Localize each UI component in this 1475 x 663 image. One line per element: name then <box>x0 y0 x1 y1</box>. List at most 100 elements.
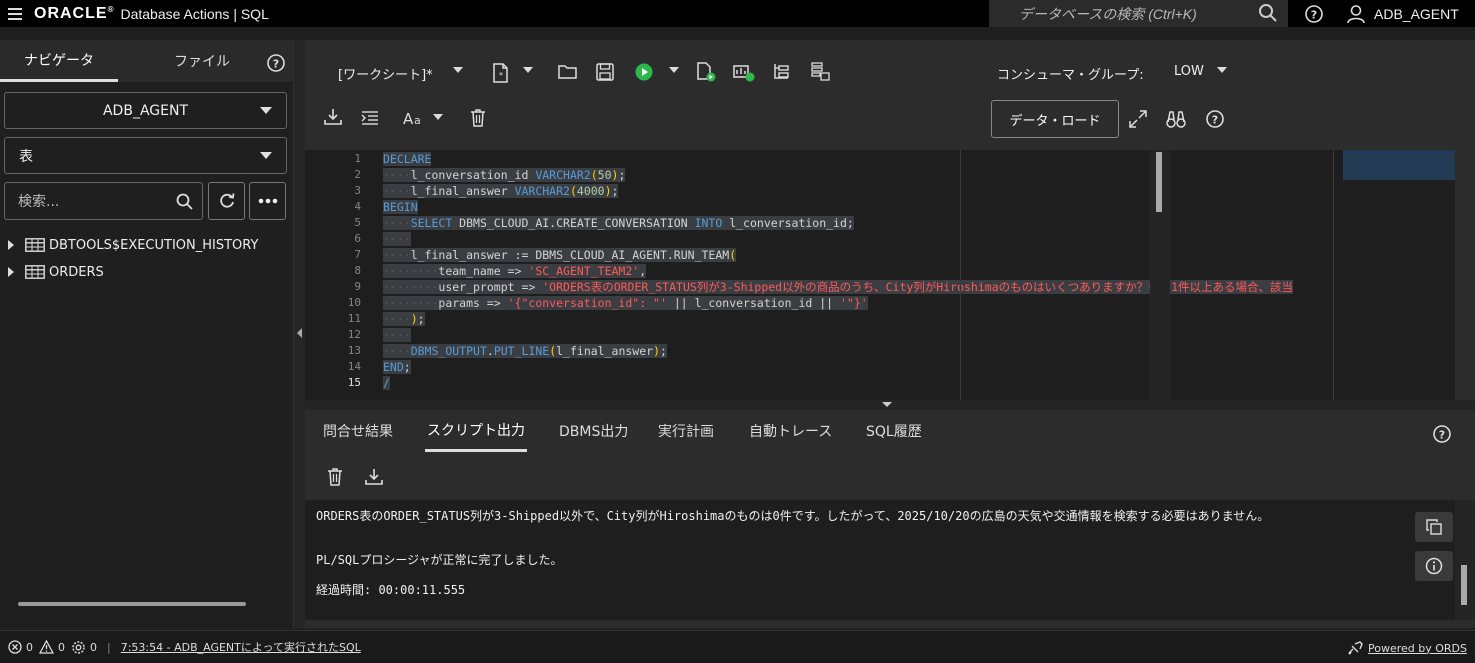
code-token: ········ <box>383 296 439 310</box>
help-icon[interactable]: ? <box>1432 424 1452 444</box>
save-button[interactable] <box>596 63 614 81</box>
panel-collapse-handle[interactable] <box>293 40 305 628</box>
text-case-menu[interactable] <box>433 114 443 120</box>
code-line[interactable]: ········params => '{"conversation_id": "… <box>383 295 868 311</box>
scrollbar-thumb[interactable] <box>1461 565 1467 605</box>
line-number: 14 <box>347 360 361 373</box>
code-token: 'ORDERS表のORDER_STATUS列が3-Shipped以外の商品のうち… <box>542 280 1294 294</box>
code-token: '{"conversation_id": "' <box>507 296 667 310</box>
explain-plan-button[interactable] <box>733 62 755 82</box>
run-script-button[interactable] <box>696 62 716 82</box>
run-menu-button[interactable] <box>669 67 679 73</box>
clear-button[interactable] <box>470 109 486 127</box>
tree-item-orders[interactable]: ORDERS <box>8 262 104 282</box>
help-icon[interactable]: ? <box>266 53 286 73</box>
code-line[interactable]: ····SELECT DBMS_CLOUD_AI.CREATE_CONVERSA… <box>383 215 854 231</box>
run-statement-button[interactable] <box>635 63 653 81</box>
worksheet-menu-button[interactable] <box>453 67 463 73</box>
database-search-input[interactable]: データベースの検索 (Ctrl+K) <box>989 0 1288 27</box>
code-token: ···· <box>383 312 411 326</box>
menu-icon[interactable] <box>0 0 30 27</box>
tab-explain-plan[interactable]: 実行計画 <box>658 410 714 452</box>
user-name: ADB_AGENT <box>1374 5 1459 22</box>
copy-button[interactable] <box>1415 512 1453 542</box>
clear-output-button[interactable] <box>327 468 343 486</box>
last-execution-link[interactable]: 7:53:54 - ADB_AGENTによって実行されたSQL <box>121 639 361 655</box>
expand-arrow-icon[interactable] <box>8 267 14 277</box>
consumer-group-value[interactable]: LOW <box>1174 64 1204 79</box>
open-button[interactable] <box>558 64 578 80</box>
tab-script-output[interactable]: スクリプト出力 <box>425 410 527 452</box>
schema-select[interactable]: ADB_AGENT <box>4 92 287 129</box>
tree-item-execution-history[interactable]: DBTOOLS$EXECUTION_HISTORY <box>8 235 258 255</box>
user-menu[interactable]: ADB_AGENT <box>1346 0 1459 27</box>
code-line[interactable]: ········team_name => 'SC_AGENT_TEAM2', <box>383 263 647 279</box>
code-line[interactable]: ····); <box>383 311 425 327</box>
autotrace-button[interactable] <box>772 63 790 81</box>
object-search-input[interactable]: 検索... <box>4 182 203 220</box>
minimap[interactable] <box>1343 150 1455 180</box>
code-token: ( <box>590 168 598 182</box>
code-token: ········ <box>383 264 439 278</box>
code-token: VARCHAR2 <box>514 184 570 198</box>
search-icon[interactable] <box>1258 3 1278 23</box>
code-token: '"}' <box>839 296 868 310</box>
warning-icon[interactable] <box>39 640 54 654</box>
help-icon[interactable]: ? <box>1205 109 1225 129</box>
svg-text:A: A <box>403 110 414 126</box>
gear-icon[interactable] <box>71 640 86 655</box>
selection-highlight: BEGIN <box>383 200 418 214</box>
code-line[interactable]: ····l_final_answer VARCHAR2(4000); <box>383 183 619 199</box>
code-line[interactable]: BEGIN <box>383 199 418 215</box>
worksheet-name[interactable]: [ワークシート]* <box>338 64 433 83</box>
scrollbar-thumb[interactable] <box>18 602 246 606</box>
more-actions-button[interactable] <box>249 182 286 220</box>
object-type-select[interactable]: 表 <box>4 137 287 174</box>
error-icon[interactable] <box>8 640 22 654</box>
expand-button[interactable] <box>1129 110 1147 128</box>
line-number: 1 <box>354 152 361 165</box>
code-line[interactable]: ···· <box>383 327 411 343</box>
oracle-logo[interactable]: ORACLE® <box>34 5 118 23</box>
output-scrollbar[interactable] <box>1455 500 1475 620</box>
format-button[interactable] <box>361 110 379 126</box>
tab-query-result[interactable]: 問合せ結果 <box>323 410 393 452</box>
powered-by-ords-link[interactable]: Powered by ORDS <box>1347 641 1467 655</box>
find-button[interactable] <box>1166 110 1186 128</box>
expand-arrow-icon[interactable] <box>8 240 14 250</box>
tab-autotrace[interactable]: 自動トレース <box>749 410 832 452</box>
navigator-panel: ナビゲータ ファイル ? ADB_AGENT 表 検索... DBTOOLS$E… <box>0 40 293 628</box>
code-line[interactable]: ····l_final_answer := DBMS_CLOUD_AI_AGEN… <box>383 247 737 263</box>
consumer-group-menu[interactable] <box>1217 67 1227 73</box>
download-button[interactable] <box>324 108 342 126</box>
query-builder-button[interactable] <box>810 62 830 82</box>
code-line[interactable]: ····l_conversation_id VARCHAR2(50); <box>383 167 626 183</box>
download-output-button[interactable] <box>365 468 383 486</box>
info-button[interactable] <box>1415 551 1453 581</box>
code-token: ) <box>653 344 661 358</box>
tab-navigator[interactable]: ナビゲータ <box>0 40 118 82</box>
new-worksheet-button[interactable]: * <box>492 63 510 83</box>
code-token: ; <box>660 344 667 358</box>
new-worksheet-menu[interactable] <box>523 67 533 73</box>
tab-files[interactable]: ファイル <box>118 40 286 82</box>
scrollbar-thumb[interactable] <box>1156 152 1162 212</box>
text-case-button[interactable]: Aa <box>403 110 425 126</box>
code-line[interactable]: ···· <box>383 231 411 247</box>
tab-dbms-output[interactable]: DBMS出力 <box>559 410 628 452</box>
tab-sql-history[interactable]: SQL履歴 <box>866 410 922 452</box>
code-line[interactable]: / <box>383 375 390 391</box>
refresh-button[interactable] <box>208 182 245 220</box>
help-icon[interactable]: ? <box>1304 4 1324 24</box>
pane-splitter[interactable] <box>305 400 1475 410</box>
horizontal-scrollbar[interactable] <box>8 600 286 608</box>
code-line[interactable]: ····DBMS_OUTPUT.PUT_LINE(l_final_answer)… <box>383 343 667 359</box>
table-icon <box>25 265 45 279</box>
code-token: 'SC_AGENT_TEAM2' <box>528 264 640 278</box>
editor-scrollbar[interactable] <box>1150 150 1170 400</box>
code-line[interactable]: DECLARE <box>383 151 432 167</box>
code-token: SELECT <box>410 216 460 230</box>
code-line[interactable]: END; <box>383 359 411 375</box>
data-load-button[interactable]: データ・ロード <box>991 100 1119 138</box>
sql-editor[interactable]: 1 2 3 4 5 6 7 8 9 10 11 12 13 14 15 DECLARE ····l_conve… <box>305 150 1455 400</box>
